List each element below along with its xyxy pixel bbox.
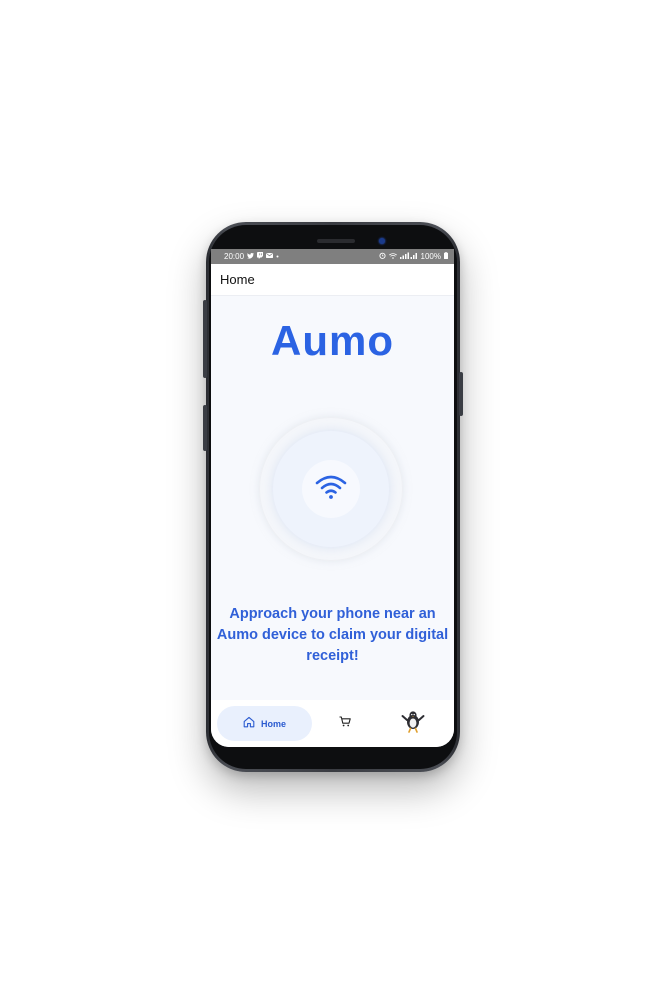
nav-home-label: Home (260, 718, 286, 729)
cart-icon (339, 714, 351, 732)
home-icon (243, 715, 255, 733)
status-time: 20:00 (224, 252, 245, 261)
status-bar: 20:00 100% (211, 249, 454, 264)
alarm-icon (378, 252, 386, 261)
status-right: 100% (378, 252, 448, 261)
twitter-icon (247, 252, 255, 261)
wifi-status-icon (388, 252, 397, 261)
phone-screen: 20:00 100% Home Aumo Approach your phone… (211, 249, 454, 747)
nav-profile-tab[interactable] (401, 709, 425, 738)
avatar (401, 709, 425, 738)
bixby-button (203, 405, 207, 451)
battery-icon (444, 252, 448, 261)
battery-percent: 100% (420, 252, 441, 261)
wifi-icon (315, 474, 347, 505)
phone-camera (379, 238, 385, 244)
twitch-icon (257, 252, 264, 261)
nav-home-tab[interactable]: Home (217, 706, 312, 741)
app-bar: Home (211, 264, 454, 296)
nfc-button[interactable] (302, 460, 360, 518)
dot-icon (276, 253, 279, 260)
status-left: 20:00 (224, 252, 279, 261)
nav-cart-tab[interactable] (337, 715, 353, 731)
mail-icon (266, 253, 274, 260)
bottom-nav: Home (211, 700, 454, 747)
signal-icon (399, 252, 418, 261)
instruction-text: Approach your phone near an Aumo device … (216, 606, 449, 664)
aumo-logo: Aumo (271, 317, 394, 364)
volume-button (203, 300, 207, 378)
page-title: Home (220, 272, 255, 287)
power-button (459, 372, 463, 416)
phone-speaker (317, 239, 355, 243)
